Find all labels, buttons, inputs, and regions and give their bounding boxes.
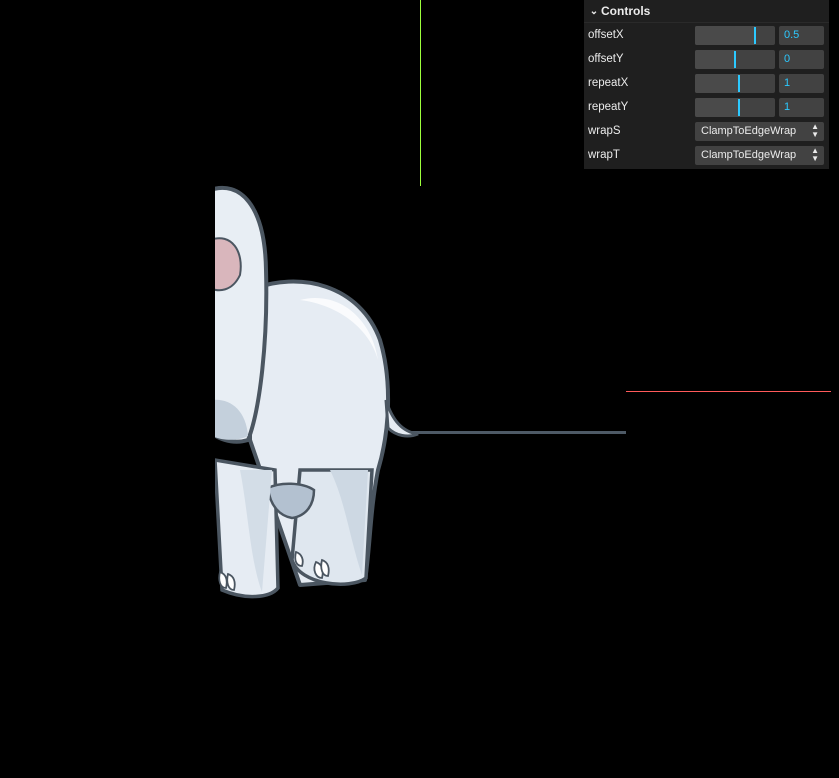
slider-fill — [695, 49, 735, 69]
slider-handle[interactable] — [754, 26, 756, 44]
control-label: offsetX — [588, 29, 624, 41]
repeatx-input[interactable]: 1 — [779, 73, 824, 93]
select-arrows-icon: ▲ ▼ — [811, 145, 819, 163]
control-row-wrapt: wrapT ClampToEdgeWrap ▲ ▼ — [584, 143, 829, 167]
offsetx-slider[interactable] — [695, 25, 775, 45]
slider-fill — [695, 73, 739, 93]
repeaty-input[interactable]: 1 — [779, 97, 824, 117]
controls-panel: ⌄ Controls offsetX 0.5 offsetY 0 repeatX… — [584, 0, 829, 169]
elephant-texture — [215, 185, 419, 599]
chevron-down-icon: ⌄ — [589, 5, 599, 17]
control-label: wrapS — [588, 125, 621, 137]
control-row-repeatx: repeatX 1 — [584, 71, 829, 95]
slider-handle[interactable] — [738, 74, 740, 92]
control-row-wraps: wrapS ClampToEdgeWrap ▲ ▼ — [584, 119, 829, 143]
select-value: ClampToEdgeWrap — [701, 124, 797, 137]
control-row-repeaty: repeatY 1 — [584, 95, 829, 119]
offsetx-input[interactable]: 0.5 — [779, 25, 824, 45]
slider-fill — [695, 97, 739, 117]
wraps-select[interactable]: ClampToEdgeWrap ▲ ▼ — [695, 121, 824, 141]
controls-panel-title: Controls — [601, 4, 651, 18]
offsety-input[interactable]: 0 — [779, 49, 824, 69]
select-arrows-icon: ▲ ▼ — [811, 121, 819, 139]
select-value: ClampToEdgeWrap — [701, 148, 797, 161]
slider-fill — [695, 25, 755, 45]
control-row-offsety: offsetY 0 — [584, 47, 829, 71]
control-row-offsetx: offsetX 0.5 — [584, 23, 829, 47]
slider-handle[interactable] — [738, 98, 740, 116]
control-label: repeatX — [588, 77, 629, 89]
repeatx-slider[interactable] — [695, 73, 775, 93]
repeaty-slider[interactable] — [695, 97, 775, 117]
offsety-slider[interactable] — [695, 49, 775, 69]
control-label: offsetY — [588, 53, 624, 65]
control-label: repeatY — [588, 101, 629, 113]
controls-panel-header[interactable]: ⌄ Controls — [584, 0, 829, 23]
wrapt-select[interactable]: ClampToEdgeWrap ▲ ▼ — [695, 145, 824, 165]
slider-handle[interactable] — [734, 50, 736, 68]
control-label: wrapT — [588, 149, 620, 161]
